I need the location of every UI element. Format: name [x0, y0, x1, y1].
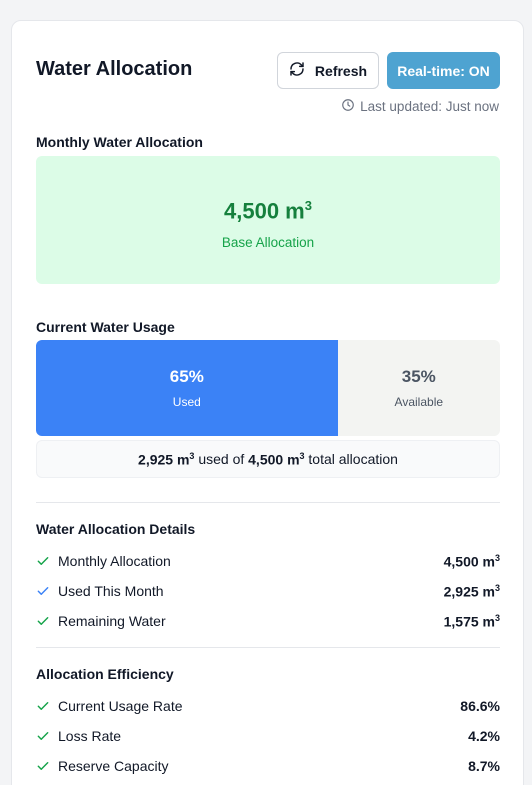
- detail-value: 8.7%: [468, 758, 500, 774]
- usage-used-segment: 65% Used: [36, 340, 338, 436]
- used-label: Used: [172, 395, 201, 409]
- check-icon: [36, 729, 50, 743]
- check-icon: [36, 614, 50, 628]
- monthly-allocation-title: Monthly Water Allocation: [36, 134, 203, 150]
- detail-row: Monthly Allocation 4,500 m3: [36, 551, 500, 571]
- used-percent: 65%: [169, 367, 204, 386]
- detail-value: 86.6%: [460, 698, 500, 714]
- refresh-icon: [289, 61, 305, 80]
- refresh-button[interactable]: Refresh: [277, 52, 379, 89]
- allocation-efficiency-title: Allocation Efficiency: [36, 666, 174, 682]
- allocation-details-title: Water Allocation Details: [36, 521, 196, 537]
- available-percent: 35%: [401, 367, 436, 386]
- divider: [36, 647, 500, 648]
- available-label: Available: [394, 395, 444, 409]
- detail-label: Monthly Allocation: [58, 553, 171, 569]
- last-updated: Last updated: Just now: [341, 98, 499, 115]
- detail-value: 4,500 m3: [443, 552, 500, 570]
- usage-available-segment: 35% Available: [337, 340, 500, 436]
- check-icon: [36, 759, 50, 773]
- refresh-button-label: Refresh: [314, 62, 368, 79]
- check-icon: [36, 554, 50, 568]
- page-title: Water Allocation: [36, 58, 193, 80]
- detail-row: Reserve Capacity 8.7%: [36, 756, 500, 776]
- detail-label: Loss Rate: [58, 728, 122, 744]
- base-allocation-panel: 4,500 m3 Base Allocation: [36, 156, 500, 284]
- detail-label: Current Usage Rate: [58, 698, 183, 714]
- last-updated-text: Last updated: Just now: [360, 99, 499, 114]
- clock-icon: [341, 98, 355, 115]
- current-usage-title: Current Water Usage: [36, 319, 175, 335]
- water-allocation-card: Water Allocation Refresh Real-time: ON L…: [11, 20, 524, 785]
- detail-row: Remaining Water 1,575 m3: [36, 611, 500, 631]
- detail-value: 1,575 m3: [443, 612, 500, 630]
- detail-label: Remaining Water: [58, 613, 166, 629]
- check-icon: [36, 584, 50, 598]
- check-icon: [36, 699, 50, 713]
- detail-value: 4.2%: [468, 728, 500, 744]
- usage-bar: 65% Used 35% Available: [36, 340, 500, 436]
- base-allocation-value: 4,500 m3: [224, 198, 312, 224]
- divider: [36, 502, 500, 503]
- detail-label: Used This Month: [58, 583, 164, 599]
- detail-label: Reserve Capacity: [58, 758, 169, 774]
- base-allocation-label: Base Allocation: [221, 235, 315, 250]
- usage-summary: 2,925 m3 used of 4,500 m3 total allocati…: [36, 440, 500, 478]
- realtime-toggle-button[interactable]: Real-time: ON: [387, 52, 500, 89]
- detail-value: 2,925 m3: [443, 582, 500, 600]
- detail-row: Current Usage Rate 86.6%: [36, 696, 500, 716]
- detail-row: Used This Month 2,925 m3: [36, 581, 500, 601]
- detail-row: Loss Rate 4.2%: [36, 726, 500, 746]
